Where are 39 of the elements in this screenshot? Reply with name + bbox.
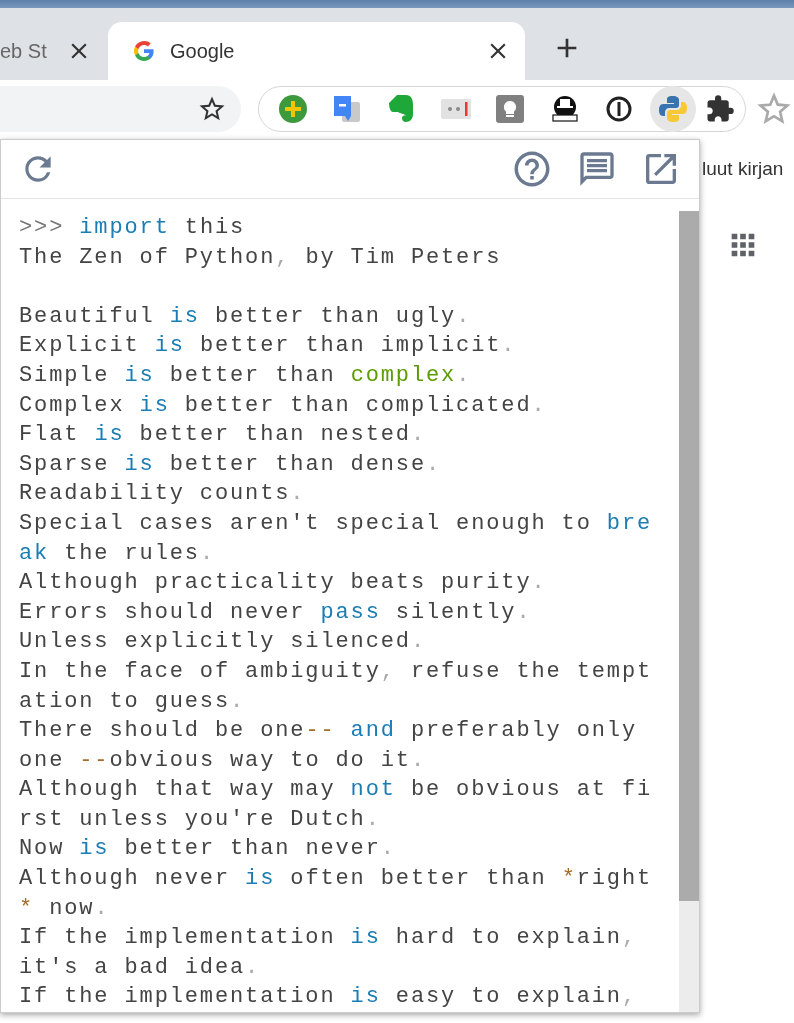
- code-line: Now is better than never.: [19, 835, 397, 864]
- bookmark-link[interactable]: luut kirjan: [702, 158, 794, 180]
- code-line: There should be one-- and preferably only: [19, 717, 638, 746]
- code-line: Readability counts.: [19, 480, 307, 509]
- code-line: it's a bad idea.: [19, 953, 262, 982]
- code-line: ak the rules.: [19, 539, 216, 568]
- code-line: Special cases aren't special enough to bre: [19, 509, 654, 538]
- plus-circle-icon[interactable]: [278, 94, 307, 123]
- code-line: Beautiful is better than ugly.: [19, 302, 473, 331]
- code-line: rst unless you're Dutch.: [19, 805, 382, 834]
- code-line: Complex is better than complicated.: [19, 391, 548, 420]
- code-line: Errors should never pass silently.: [19, 598, 533, 627]
- bulb-icon[interactable]: [496, 94, 525, 123]
- hat-icon[interactable]: [549, 93, 580, 124]
- code-line: >>> import this: [19, 214, 247, 242]
- code-line: ation to guess.: [19, 687, 247, 716]
- code-line: * now.: [19, 894, 111, 923]
- code-line: The Zen of Python, by Tim Peters: [19, 243, 503, 272]
- browser-tab[interactable]: eb St: [0, 22, 100, 80]
- code-line: Flat is better than nested.: [19, 421, 427, 450]
- password-field-icon[interactable]: [440, 98, 471, 119]
- elephant-icon[interactable]: [388, 93, 415, 124]
- code-line: Explicit is better than implicit.: [19, 332, 518, 361]
- tab-title: Google: [170, 39, 236, 63]
- code-line: one --obvious way to do it.: [19, 746, 427, 775]
- code-line: Simple is better than complex.: [19, 361, 473, 390]
- code-line: If the implementation is hard to explain,: [19, 924, 638, 953]
- translate-icon[interactable]: [332, 93, 362, 124]
- code-line: In the face of ambiguity, refuse the tempt: [19, 657, 654, 686]
- browser-tab[interactable]: Google: [108, 22, 525, 80]
- code-line: Although that way may not be obvious at fi: [19, 776, 654, 805]
- tab-title: eb St: [0, 39, 48, 63]
- python-icon[interactable]: [658, 93, 689, 124]
- code-line: Although never is often better than *right: [19, 865, 654, 894]
- code-line: Although practicality beats purity.: [19, 569, 548, 598]
- code-line: Sparse is better than dense.: [19, 450, 443, 479]
- google-logo-icon: [132, 39, 156, 63]
- code-line: Unless explicitly silenced.: [19, 628, 427, 657]
- code-line: If the implementation is easy to explain,: [19, 983, 638, 1012]
